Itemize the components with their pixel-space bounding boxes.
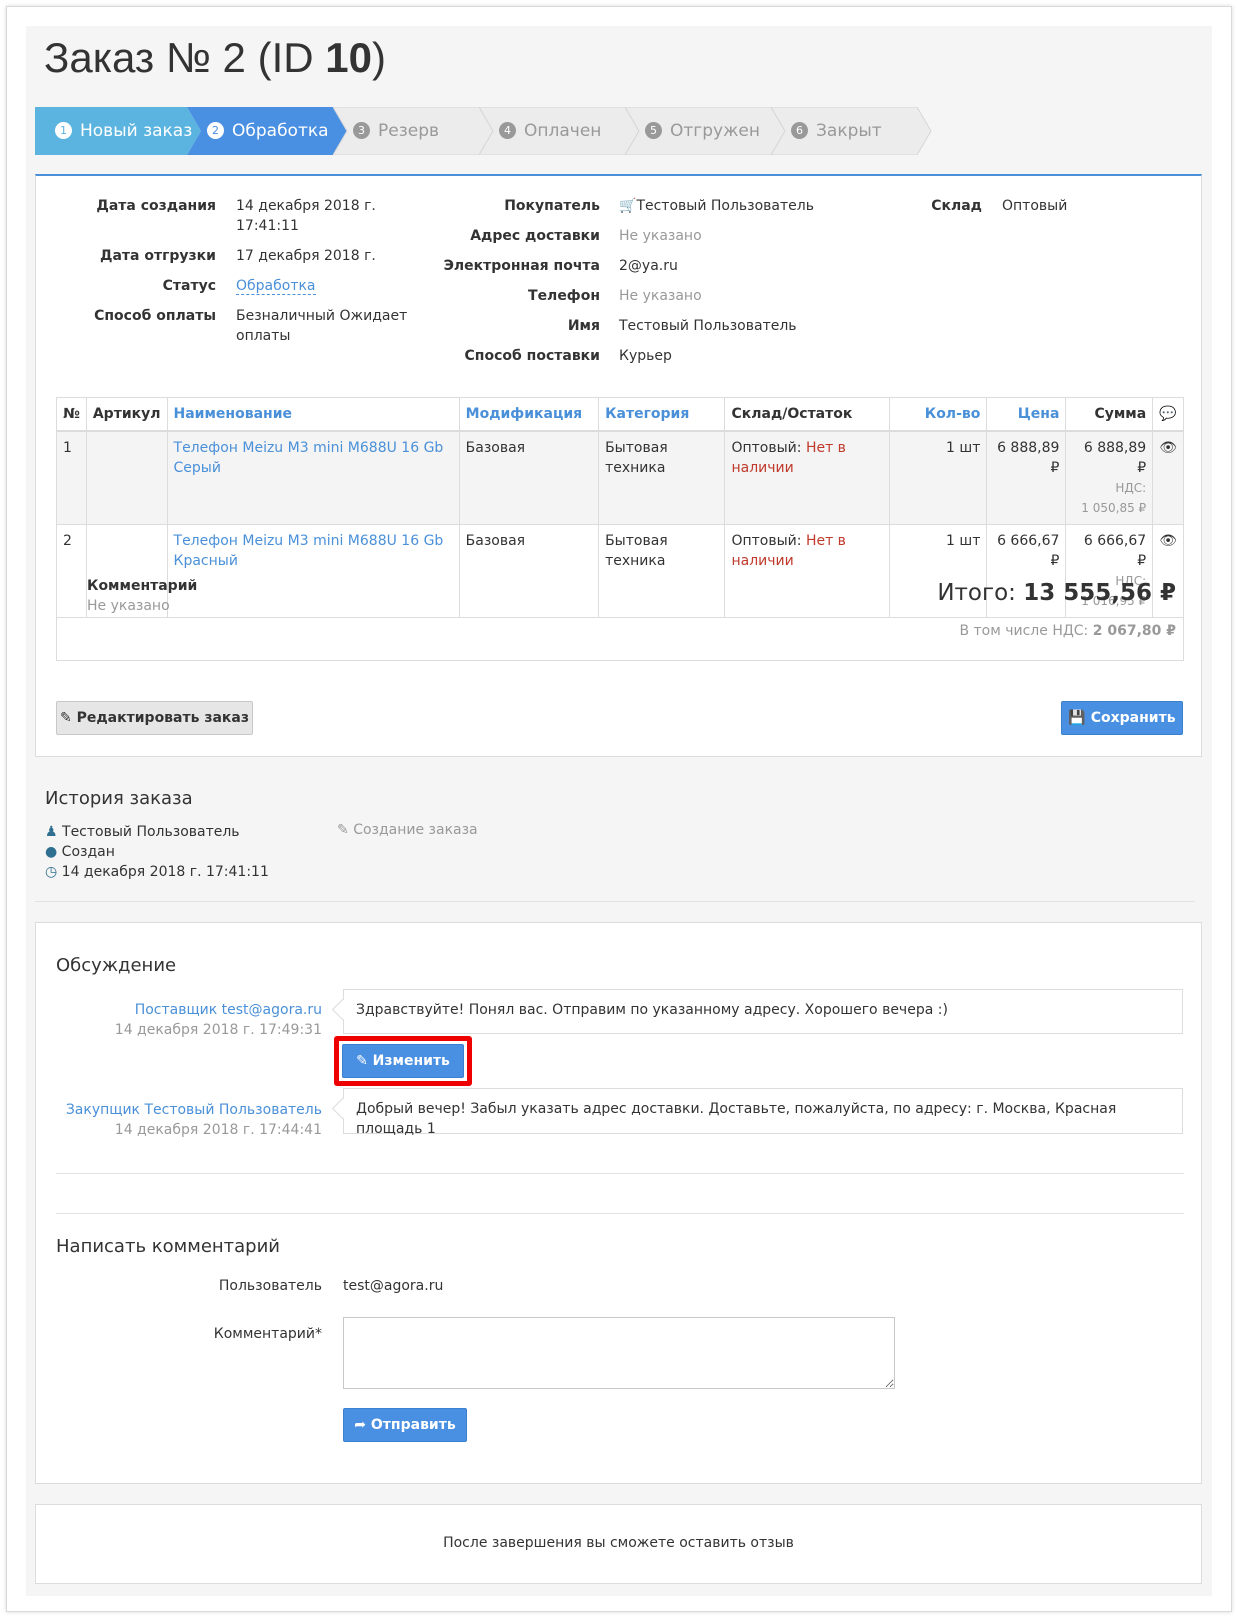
- clock-icon: ◷: [45, 864, 58, 880]
- created-label: Дата создания: [96, 198, 216, 214]
- comment-field-label: Комментарий*: [213, 1326, 322, 1342]
- history-action: ✎ Создание заказа: [337, 822, 478, 838]
- created-value: 14 декабря 2018 г. 17:41:11: [236, 198, 376, 234]
- edit-icon: ✎: [356, 1053, 368, 1069]
- col-name[interactable]: Наименование: [166, 397, 460, 432]
- delivery-label: Способ поставки: [464, 348, 600, 364]
- col-modification[interactable]: Модификация: [458, 397, 600, 432]
- review-note: После завершения вы сможете оставить отз…: [443, 1535, 794, 1551]
- divider: [56, 1213, 1184, 1214]
- shipped-value: 17 декабря 2018 г.: [236, 248, 376, 264]
- col-qty[interactable]: Кол-во: [888, 397, 988, 432]
- comment-label: Комментарий: [87, 578, 198, 594]
- email-link[interactable]: 2@ya.ru: [619, 256, 678, 276]
- message-bubble: Здравствуйте! Понял вас. Отправим по ука…: [343, 989, 1183, 1034]
- send-button[interactable]: ➦ Отправить: [343, 1408, 467, 1442]
- eye-slash-icon[interactable]: 👁: [1152, 430, 1184, 525]
- user-label: Пользователь: [218, 1278, 322, 1294]
- save-button[interactable]: 💾 Сохранить: [1061, 701, 1183, 735]
- history-title: История заказа: [45, 788, 193, 809]
- user-icon: ♟: [45, 824, 58, 840]
- product-link[interactable]: Телефон Meizu M3 mini M688U 16 Gb Серый: [166, 430, 460, 525]
- message-author: Поставщик test@agora.ru 14 декабря 2018 …: [114, 1002, 322, 1038]
- edit-icon: ✎: [60, 710, 72, 726]
- vat-total: В том числе НДС: 2 067,80 ₽: [959, 623, 1176, 639]
- comment-icon: ●: [45, 844, 58, 860]
- payment-label: Способ оплаты: [94, 308, 216, 324]
- shipped-label: Дата отгрузки: [100, 248, 216, 264]
- share-icon: ➦: [354, 1417, 367, 1433]
- phone-value: Не указано: [619, 288, 702, 304]
- payment-value: Безналичный Ожидает оплаты: [236, 308, 408, 344]
- order-progress-steps: 1 Новый заказ 2 Обработка 3 Резерв 4 Оплачен…: [35, 107, 955, 155]
- delivery-value: Курьер: [619, 348, 672, 364]
- comment-textarea[interactable]: [343, 1317, 895, 1389]
- comment-value: Не указано: [87, 598, 170, 614]
- message-bubble: Добрый вечер! Забыл указать адрес достав…: [343, 1088, 1183, 1137]
- col-price[interactable]: Цена: [986, 397, 1067, 432]
- cart-icon: 🛒: [619, 198, 637, 214]
- edit-icon: ✎: [337, 822, 349, 838]
- comment-form-title: Написать комментарий: [56, 1236, 280, 1257]
- col-category[interactable]: Категория: [598, 397, 726, 432]
- col-stock: Склад/Остаток: [724, 397, 890, 432]
- change-button[interactable]: ✎ Изменить: [342, 1044, 464, 1078]
- status-value: Обработка: [236, 278, 316, 295]
- buyer-link[interactable]: 🛒Тестовый Пользователь: [619, 196, 814, 216]
- col-sum: Сумма: [1065, 397, 1154, 432]
- total: Итого: 13 555,56 ₽: [937, 580, 1176, 606]
- floppy-icon: 💾: [1068, 710, 1086, 726]
- warehouse-label: Склад: [931, 198, 982, 214]
- edit-order-button[interactable]: ✎ Редактировать заказ: [56, 701, 253, 735]
- divider: [56, 1173, 1184, 1174]
- col-num: №: [56, 397, 87, 432]
- email-label: Электронная почта: [443, 258, 600, 274]
- warehouse-value: Оптовый: [1002, 198, 1068, 214]
- name-label: Имя: [567, 318, 600, 334]
- address-label: Адрес доставки: [470, 228, 600, 244]
- page-title: Заказ № 2 (ID 10): [44, 34, 386, 81]
- name-value: Тестовый Пользователь: [619, 318, 797, 334]
- col-article: Артикул: [85, 397, 168, 432]
- buyer-label: Покупатель: [504, 198, 600, 214]
- history-entry: ♟ Тестовый Пользователь ● Создан ◷ 14 де…: [45, 824, 269, 880]
- message-author: Закупщик Тестовый Пользователь 14 декабр…: [65, 1102, 322, 1138]
- status-label: Статус: [162, 278, 216, 294]
- phone-label: Телефон: [528, 288, 600, 304]
- discussion-title: Обсуждение: [56, 955, 177, 976]
- comment-icon: 💬: [1152, 397, 1184, 432]
- table-row: 1 Телефон Meizu M3 mini M688U 16 Gb Серы…: [56, 430, 1184, 525]
- address-value: Не указано: [619, 228, 702, 244]
- divider: [35, 901, 1195, 902]
- user-value: test@agora.ru: [343, 1278, 444, 1294]
